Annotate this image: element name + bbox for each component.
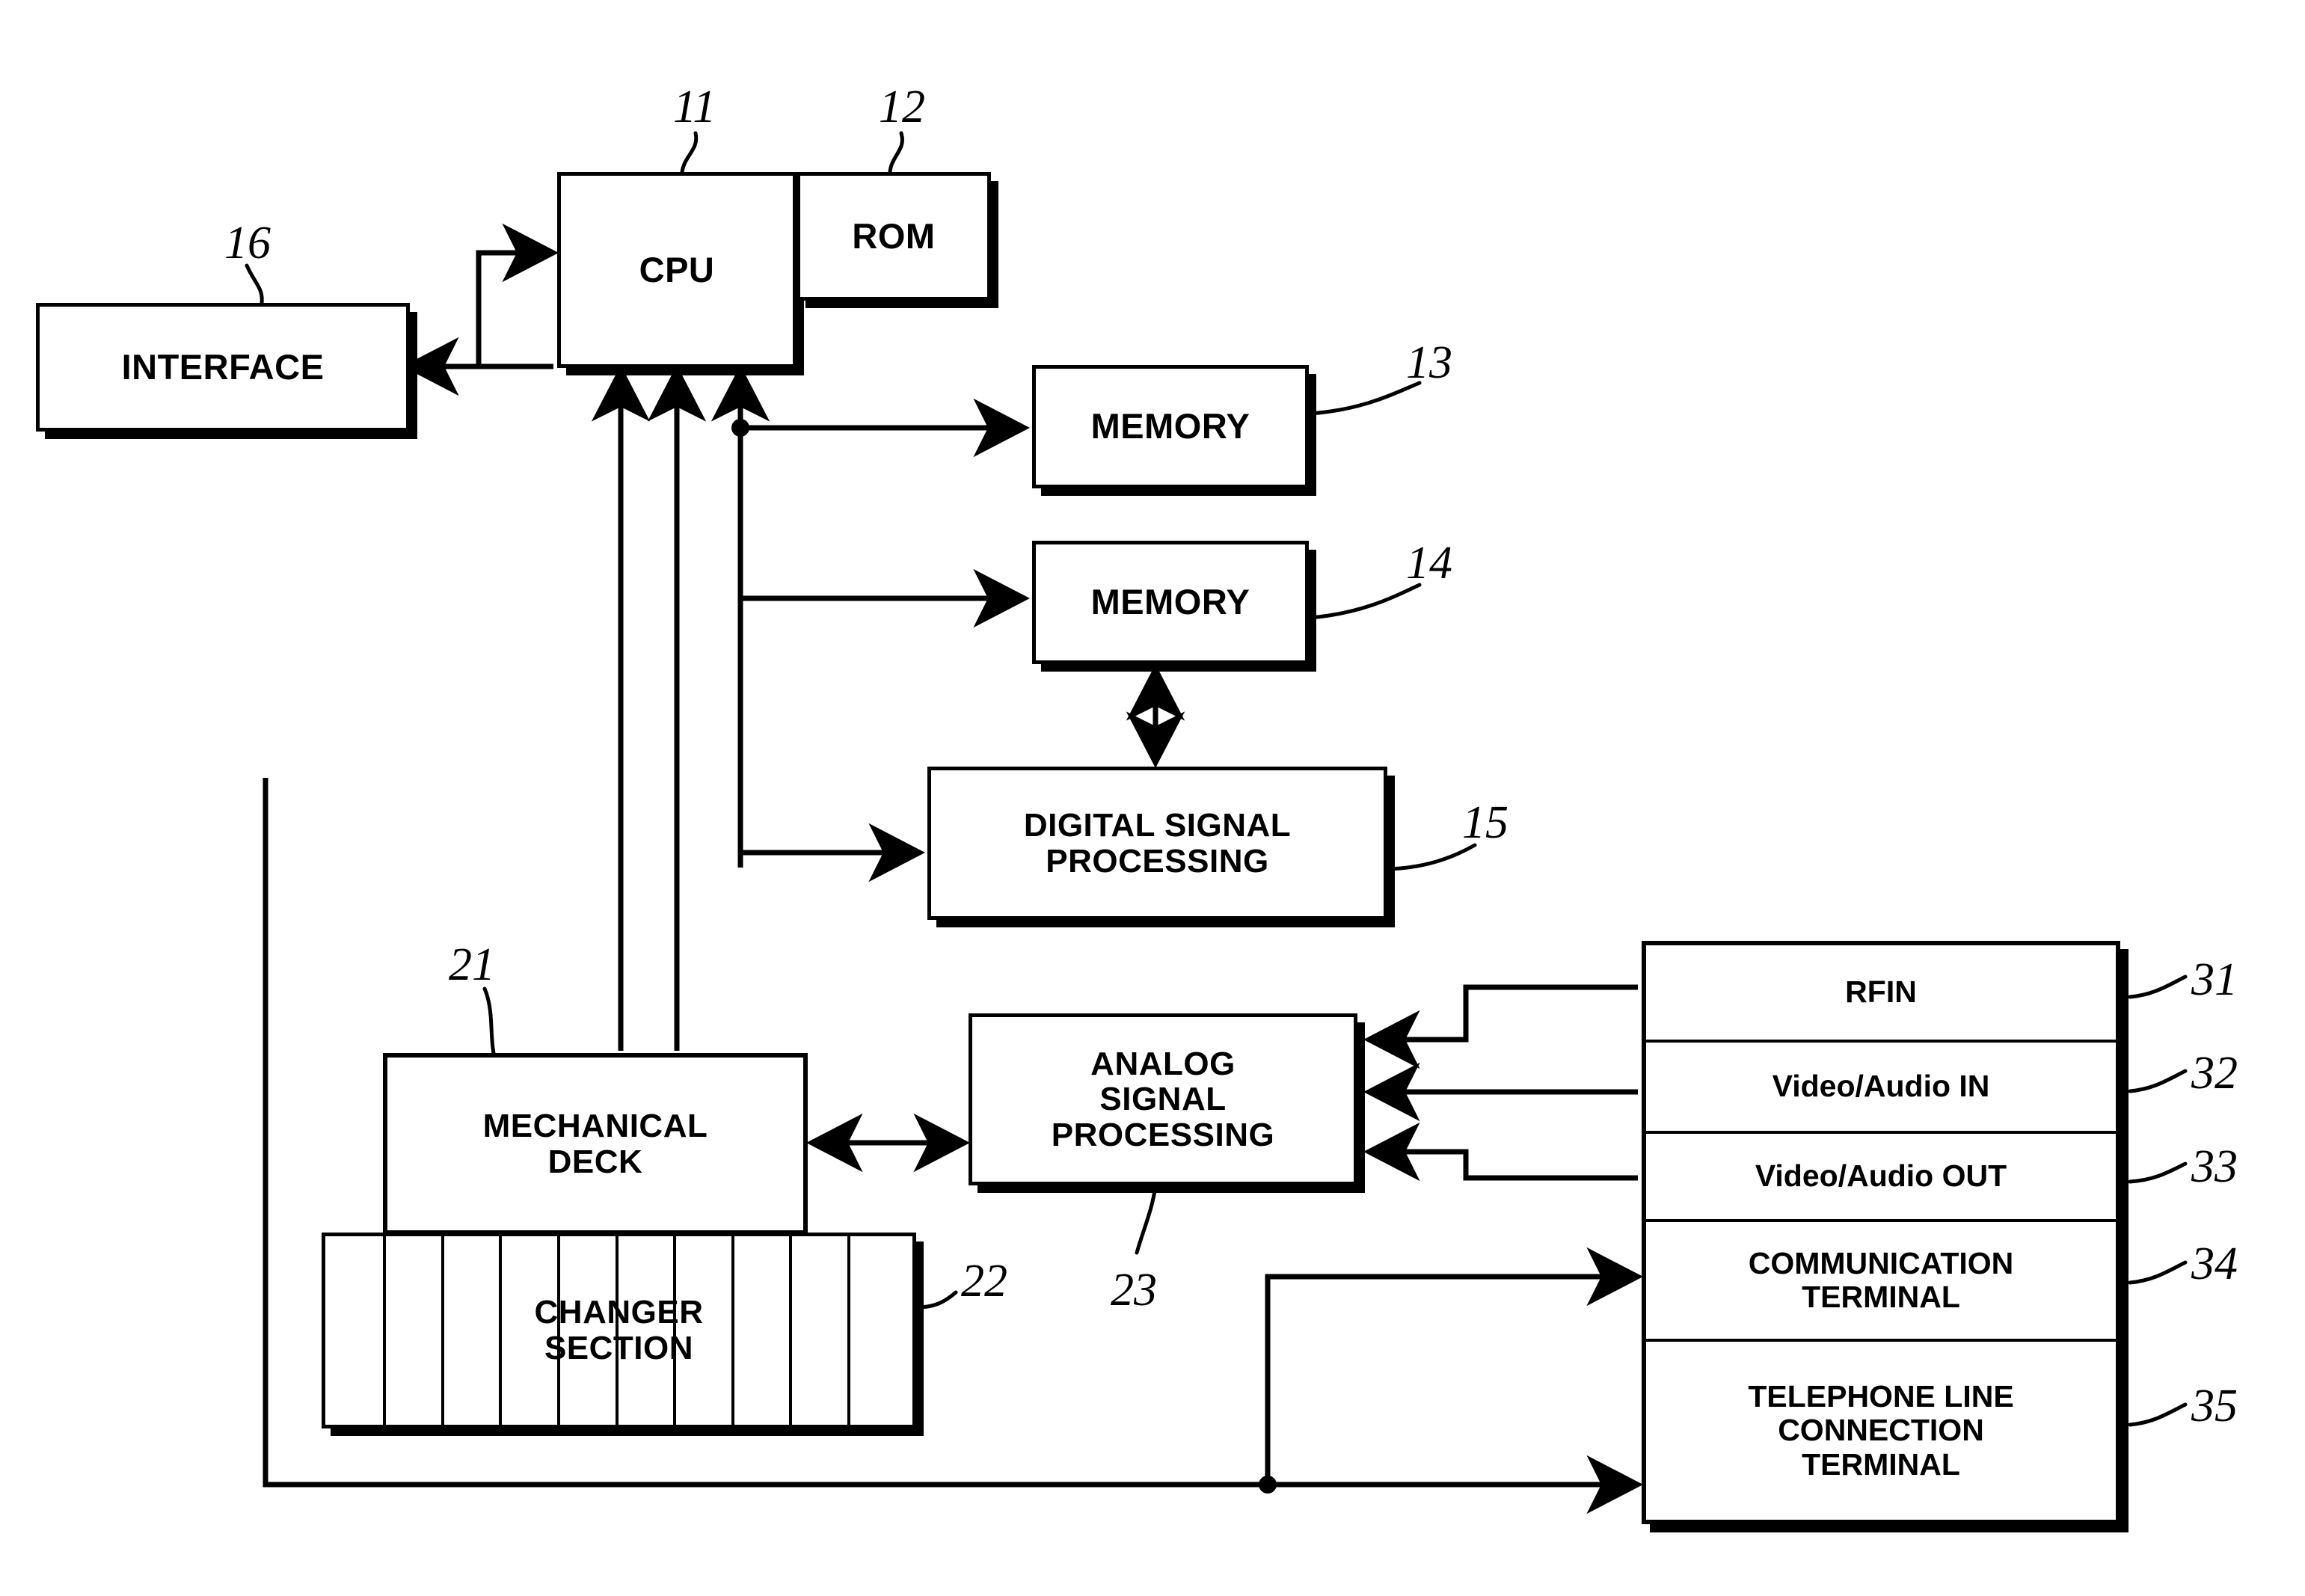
rom-block[interactable]: ROM [797,172,991,301]
terminal-row-video-audio-in[interactable]: Video/Audio IN [1646,1043,2116,1134]
terminal-video-audio-in-label: Video/Audio IN [1772,1069,1990,1104]
ref-15: 15 [1462,797,1508,848]
dsp-label-line1: DIGITAL SIGNAL [1023,806,1292,844]
ref-12: 12 [879,82,925,132]
terminal-row-telephone-line-connection-terminal[interactable]: TELEPHONE LINE CONNECTION TERMINAL [1646,1342,2116,1520]
memory-2-block[interactable]: MEMORY [1032,541,1309,664]
ref-33: 33 [2191,1141,2238,1192]
ref-23: 23 [1111,1265,1157,1316]
terminal-row-communication-terminal[interactable]: COMMUNICATION TERMINAL [1646,1222,2116,1342]
ref-34: 34 [2191,1239,2238,1289]
terminal-video-audio-out-label: Video/Audio OUT [1755,1158,2007,1194]
ref-32: 32 [2191,1048,2238,1099]
memory-1-label: MEMORY [1090,406,1250,446]
asp-label-line3: PROCESSING [1051,1116,1275,1153]
ref-35: 35 [2191,1381,2238,1431]
terminal-stack: RFIN Video/Audio IN Video/Audio OUT COMM… [1642,941,2120,1524]
interface-label: INTERFACE [121,346,325,387]
changer-section-block[interactable]: CHANGER SECTION [322,1233,916,1428]
ref-22: 22 [961,1256,1007,1307]
terminal-row-rfin[interactable]: RFIN [1646,945,2116,1043]
digital-signal-processing-block[interactable]: DIGITAL SIGNAL PROCESSING [927,767,1387,920]
diagram-canvas: INTERFACE 16 CPU 11 ROM 12 MEMORY 13 MEM… [0,0,2305,1596]
terminal-rfin-label: RFIN [1845,975,1917,1010]
memory-1-block[interactable]: MEMORY [1032,365,1309,488]
mechanical-deck-label-line2: DECK [547,1143,643,1180]
ref-16: 16 [224,218,271,268]
terminal-telephone-label-line2: CONNECTION [1778,1413,1984,1448]
terminal-communication-label-line2: TERMINAL [1802,1280,1960,1314]
mechanical-deck-block[interactable]: MECHANICAL DECK [383,1053,808,1235]
cpu-label: CPU [639,249,715,289]
analog-signal-processing-block[interactable]: ANALOG SIGNAL PROCESSING [969,1013,1357,1185]
dsp-label-line2: PROCESSING [1046,842,1269,880]
ref-11: 11 [673,82,716,132]
terminal-stack-shadow-bottom [1650,1524,2128,1532]
terminal-telephone-label-line1: TELEPHONE LINE [1748,1379,2014,1414]
asp-label-line1: ANALOG [1090,1045,1236,1082]
mechanical-deck-label-line1: MECHANICAL [482,1107,708,1144]
terminal-communication-label-line1: COMMUNICATION [1748,1245,2014,1280]
terminal-row-video-audio-out[interactable]: Video/Audio OUT [1646,1134,2116,1222]
ref-13: 13 [1406,337,1452,388]
asp-label-line2: SIGNAL [1099,1081,1227,1118]
cpu-block[interactable]: CPU [557,172,797,368]
terminal-stack-shadow-right [2120,949,2128,1532]
changer-section-label-line2: SECTION [544,1330,694,1366]
changer-section-label-line1: CHANGER [534,1294,704,1331]
ref-31: 31 [2191,954,2238,1005]
rom-label: ROM [852,215,936,256]
memory-2-label: MEMORY [1090,582,1250,622]
interface-block[interactable]: INTERFACE [36,303,410,432]
ref-14: 14 [1406,538,1452,589]
terminal-telephone-label-line3: TERMINAL [1802,1446,1960,1482]
ref-21: 21 [449,939,495,990]
